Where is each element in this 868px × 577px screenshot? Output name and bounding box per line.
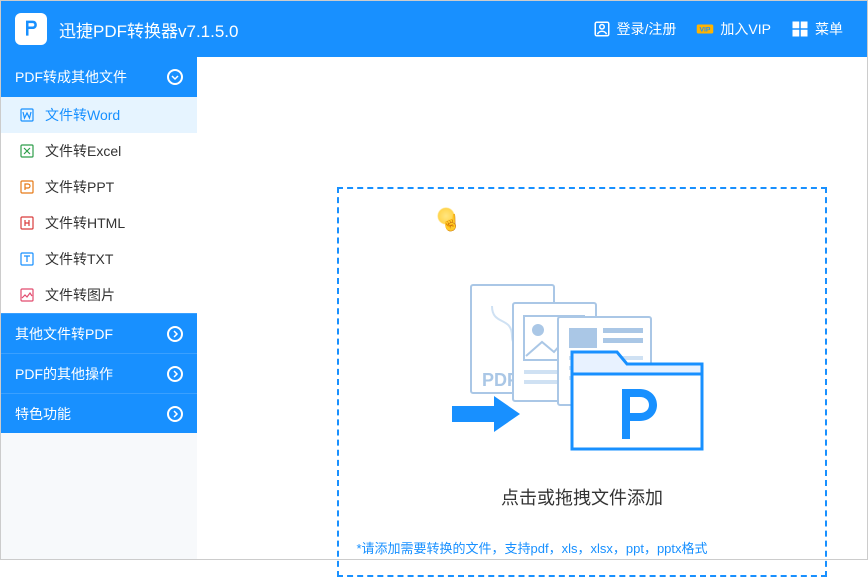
titlebar: 迅捷PDF转换器v7.1.5.0 登录/注册 VIP 加入VIP 菜单 — [1, 1, 867, 57]
login-label: 登录/注册 — [617, 19, 677, 39]
sidebar-item-html[interactable]: 文件转HTML — [1, 205, 197, 241]
cursor-icon: ☝ — [437, 207, 461, 231]
vip-button[interactable]: VIP 加入VIP — [686, 13, 781, 45]
dropzone-text: 点击或拖拽文件添加 — [501, 484, 663, 510]
sidebar-group-special[interactable]: 特色功能 — [1, 393, 197, 433]
file-dropzone[interactable]: PDF 点击 — [337, 187, 827, 577]
chevron-down-icon — [167, 69, 183, 85]
item-label: 文件转PPT — [45, 177, 114, 197]
chevron-right-icon — [167, 406, 183, 422]
grid-icon — [791, 20, 809, 38]
chevron-right-icon — [167, 366, 183, 382]
ppt-icon — [19, 179, 35, 195]
sidebar-group-pdf-to-other[interactable]: PDF转成其他文件 — [1, 57, 197, 97]
app-title: 迅捷PDF转换器v7.1.5.0 — [59, 17, 239, 42]
app-window: 迅捷PDF转换器v7.1.5.0 登录/注册 VIP 加入VIP 菜单 PDF转… — [0, 0, 868, 560]
group-label: PDF的其他操作 — [15, 364, 167, 384]
item-label: 文件转图片 — [45, 285, 115, 305]
arrow-right-icon — [452, 394, 522, 434]
svg-text:VIP: VIP — [700, 26, 711, 33]
login-button[interactable]: 登录/注册 — [583, 13, 687, 45]
hint-text: *请添加需要转换的文件，支持pdf，xls，xlsx，ppt，pptx格式 — [197, 538, 867, 557]
excel-icon — [19, 143, 35, 159]
txt-icon — [19, 251, 35, 267]
dropzone-illustration: PDF — [452, 254, 712, 464]
html-icon — [19, 215, 35, 231]
sidebar-item-word[interactable]: 文件转Word — [1, 97, 197, 133]
vip-label: 加入VIP — [720, 19, 771, 39]
menu-button[interactable]: 菜单 — [781, 13, 853, 45]
sidebar-item-txt[interactable]: 文件转TXT — [1, 241, 197, 277]
vip-icon: VIP — [696, 20, 714, 38]
chevron-right-icon — [167, 326, 183, 342]
sidebar: PDF转成其他文件 文件转Word 文件转Excel 文件转PPT — [1, 57, 197, 559]
sidebar-group-other-to-pdf[interactable]: 其他文件转PDF — [1, 313, 197, 353]
item-label: 文件转Excel — [45, 141, 121, 161]
folder-icon — [562, 334, 712, 464]
group-label: 特色功能 — [15, 404, 167, 424]
app-body: PDF转成其他文件 文件转Word 文件转Excel 文件转PPT — [1, 57, 867, 559]
sidebar-item-image[interactable]: 文件转图片 — [1, 277, 197, 313]
sidebar-item-excel[interactable]: 文件转Excel — [1, 133, 197, 169]
item-label: 文件转Word — [45, 105, 120, 125]
image-icon — [19, 287, 35, 303]
group-label: 其他文件转PDF — [15, 324, 167, 344]
main-panel: ☝ PDF — [197, 57, 867, 559]
sidebar-group-pdf-other-ops[interactable]: PDF的其他操作 — [1, 353, 197, 393]
sidebar-item-ppt[interactable]: 文件转PPT — [1, 169, 197, 205]
group-label: PDF转成其他文件 — [15, 67, 167, 87]
menu-label: 菜单 — [815, 19, 843, 39]
item-label: 文件转HTML — [45, 213, 125, 233]
user-icon — [593, 20, 611, 38]
group-items: 文件转Word 文件转Excel 文件转PPT 文件转HTML 文件转TXT — [1, 97, 197, 313]
word-icon — [19, 107, 35, 123]
app-logo-icon — [15, 13, 47, 45]
item-label: 文件转TXT — [45, 249, 113, 269]
